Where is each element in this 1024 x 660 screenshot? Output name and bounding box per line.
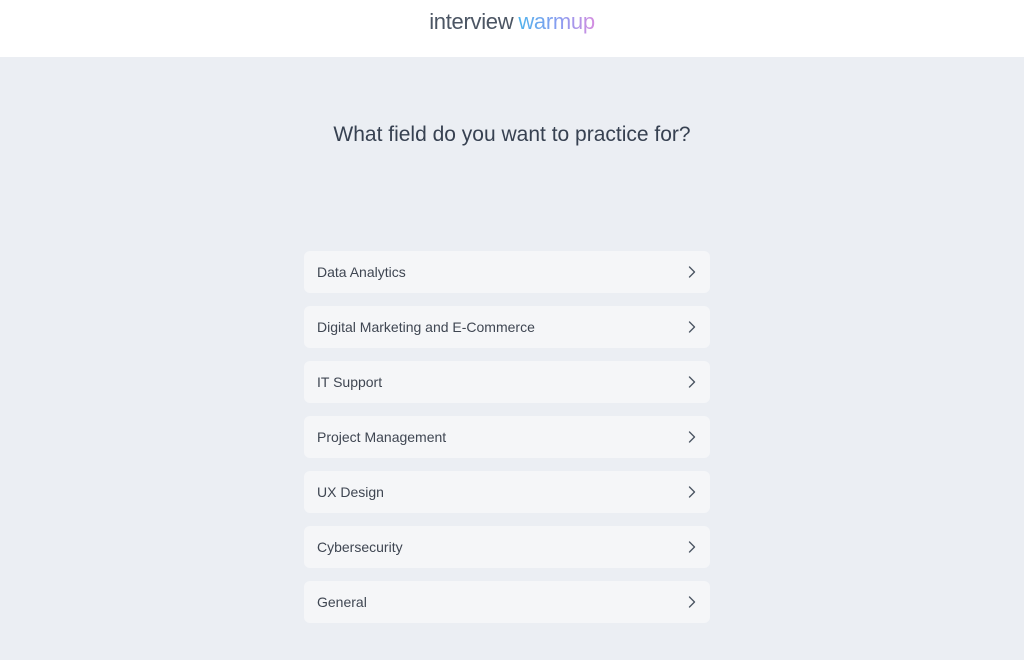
logo-text-interview: interview (429, 9, 514, 34)
option-label: General (317, 594, 367, 610)
option-ux-design[interactable]: UX Design (304, 471, 710, 513)
option-label: UX Design (317, 484, 384, 500)
field-options-list: Data Analytics Digital Marketing and E-C… (304, 251, 710, 636)
option-cybersecurity[interactable]: Cybersecurity (304, 526, 710, 568)
chevron-right-icon (686, 486, 698, 498)
chevron-right-icon (686, 321, 698, 333)
option-label: IT Support (317, 374, 383, 390)
page-title: What field do you want to practice for? (333, 123, 691, 146)
option-label: Cybersecurity (317, 539, 403, 555)
option-data-analytics[interactable]: Data Analytics (304, 251, 710, 293)
option-digital-marketing[interactable]: Digital Marketing and E-Commerce (304, 306, 710, 348)
option-general[interactable]: General (304, 581, 710, 623)
logo[interactable]: interview warmup (429, 9, 595, 35)
option-it-support[interactable]: IT Support (304, 361, 710, 403)
logo-text-warmup: warmup (518, 9, 595, 34)
option-label: Digital Marketing and E-Commerce (317, 319, 535, 335)
chevron-right-icon (686, 266, 698, 278)
app-header: interview warmup (0, 0, 1024, 57)
chevron-right-icon (686, 431, 698, 443)
main-content: What field do you want to practice for? … (0, 57, 1024, 660)
option-label: Data Analytics (317, 264, 406, 280)
chevron-right-icon (686, 541, 698, 553)
chevron-right-icon (686, 596, 698, 608)
option-project-management[interactable]: Project Management (304, 416, 710, 458)
chevron-right-icon (686, 376, 698, 388)
option-label: Project Management (317, 429, 447, 445)
